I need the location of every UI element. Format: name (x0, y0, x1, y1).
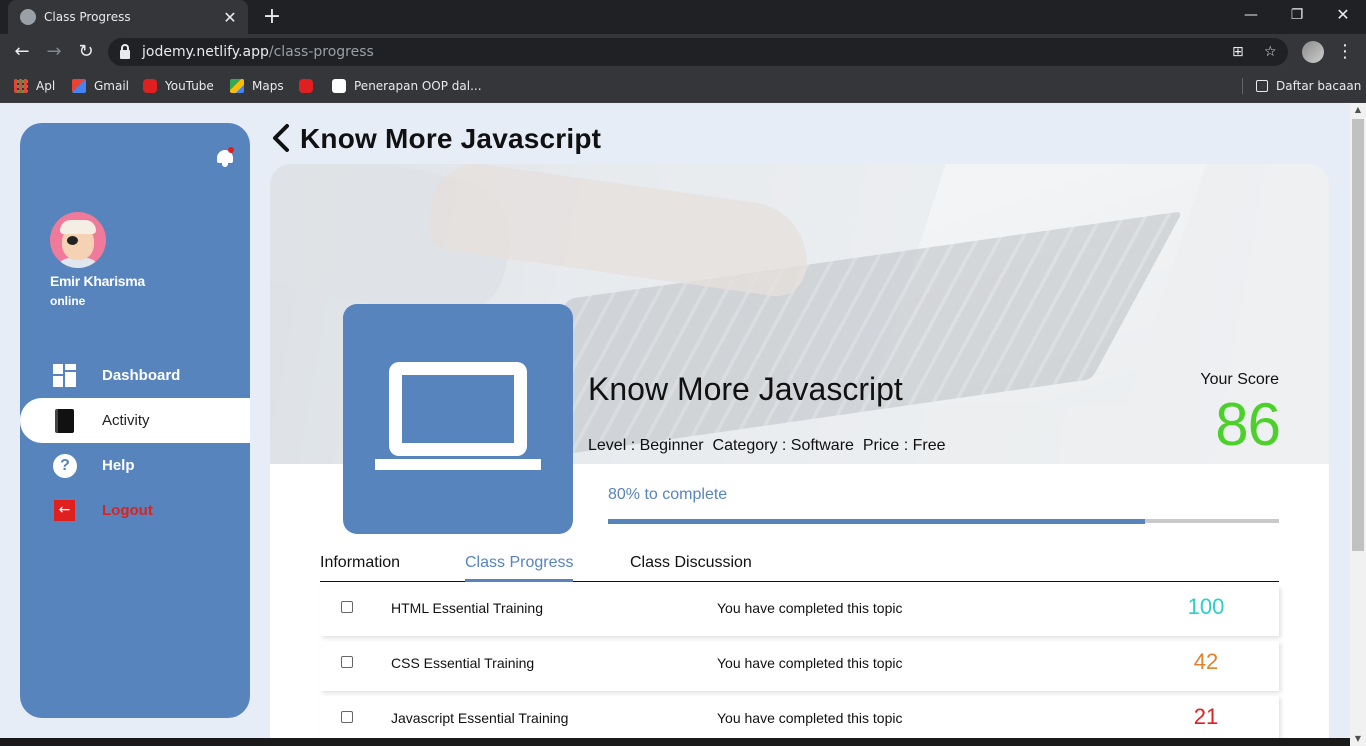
translate-icon[interactable]: ⊞ (1232, 44, 1244, 60)
sidebar-item-label: Logout (102, 502, 153, 519)
table-row: HTML Essential Training You have complet… (320, 586, 1279, 636)
topic-title: CSS Essential Training (391, 655, 535, 671)
topic-score: 21 (1193, 704, 1219, 729)
sidebar: Emir Kharisma online Dashboard Activity … (20, 123, 250, 718)
bookmark-medium[interactable]: Penerapan OOP dal... (332, 77, 482, 95)
logout-icon: ← (54, 500, 75, 521)
bookmark-label: Apl (36, 79, 56, 93)
bookmark-label: Penerapan OOP dal... (354, 79, 482, 93)
lock-icon[interactable] (120, 43, 130, 59)
medium-icon (332, 79, 346, 93)
bookmark-gmail[interactable]: Gmail (72, 77, 129, 95)
reading-list-icon (1256, 80, 1268, 92)
help-icon: ? (53, 454, 77, 478)
bookmark-star-icon[interactable]: ☆ (1264, 44, 1277, 60)
bookmark-label: Maps (252, 79, 284, 93)
close-tab-icon[interactable]: ✕ (222, 8, 238, 27)
course-thumbnail (343, 304, 573, 534)
score-value: 86 (1215, 391, 1281, 458)
bookmark-youtube[interactable]: YouTube (143, 77, 214, 95)
topic-status: You have completed this topic (717, 655, 903, 671)
reload-icon[interactable]: ↻ (72, 38, 100, 66)
bookmarks-bar: Apl Gmail YouTube Maps Penerapan OOP dal… (0, 70, 1366, 103)
browser-toolbar: ← → ↻ jodemy.netlify.app/class-progress … (0, 34, 1366, 70)
gmail-icon (72, 79, 86, 93)
browser-tab[interactable]: Class Progress ✕ (8, 0, 248, 34)
forward-arrow-icon[interactable]: → (40, 38, 68, 66)
bookmark-label: Gmail (94, 79, 130, 93)
apps-grid-icon (14, 79, 28, 93)
topic-title: Javascript Essential Training (391, 710, 569, 726)
user-name: Emir Kharisma (50, 273, 145, 289)
taskbar-edge (0, 738, 1350, 746)
maps-icon (230, 79, 244, 93)
scrollbar-thumb[interactable] (1352, 119, 1364, 551)
progress-fill (608, 519, 1145, 524)
topic-score: 100 (1187, 594, 1225, 619)
course-tabs: Information Class Progress Class Discuss… (320, 554, 1279, 582)
back-arrow-icon[interactable]: ← (8, 38, 36, 66)
topic-score: 42 (1193, 649, 1219, 674)
tab-class-discussion[interactable]: Class Discussion (630, 554, 752, 582)
table-row: CSS Essential Training You have complete… (320, 641, 1279, 691)
dashboard-icon (53, 364, 76, 387)
scroll-up-arrow-icon[interactable]: ▲ (1350, 103, 1366, 117)
back-chevron-icon[interactable] (270, 123, 292, 153)
sidebar-item-activity[interactable]: Activity (20, 398, 250, 443)
tab-title: Class Progress (44, 10, 131, 24)
topic-status: You have completed this topic (717, 710, 903, 726)
tab-class-progress[interactable]: Class Progress (465, 554, 574, 582)
minimize-window-icon[interactable]: — (1228, 0, 1274, 30)
sidebar-item-label: Dashboard (102, 367, 181, 384)
new-tab-button[interactable]: + (258, 3, 286, 31)
topic-checkbox[interactable] (341, 711, 353, 723)
notification-bell-icon[interactable] (216, 147, 234, 167)
reading-list-button[interactable]: Daftar bacaan (1256, 77, 1361, 95)
profile-avatar[interactable] (1302, 41, 1324, 63)
sidebar-item-label: Activity (102, 412, 150, 429)
topic-status: You have completed this topic (717, 600, 903, 616)
score-label: Your Score (1200, 371, 1279, 388)
reading-list-label: Daftar bacaan (1276, 79, 1362, 93)
laptop-icon (389, 362, 527, 456)
bookmark-youtube-2[interactable] (299, 77, 321, 95)
page-title: Know More Javascript (300, 123, 602, 154)
globe-icon (20, 9, 36, 25)
course-card: Know More Javascript Level : Beginner Ca… (270, 164, 1329, 746)
tab-information[interactable]: Information (320, 554, 400, 582)
avatar (50, 212, 106, 268)
scroll-down-arrow-icon[interactable]: ▼ (1350, 732, 1366, 746)
bookmark-label: YouTube (165, 79, 214, 93)
progress-bar (608, 519, 1279, 524)
bookmarks-divider (1242, 78, 1243, 94)
youtube-icon (143, 79, 157, 93)
course-title: Know More Javascript (588, 371, 903, 407)
address-bar[interactable]: jodemy.netlify.app/class-progress ⊞ ☆ (108, 38, 1288, 66)
browser-tab-strip: Class Progress ✕ + — ❐ ✕ (0, 0, 1366, 34)
page-scrollbar[interactable]: ▲ ▼ (1350, 103, 1366, 746)
close-window-icon[interactable]: ✕ (1320, 0, 1366, 30)
progress-label: 80% to complete (608, 486, 728, 503)
url-path: /class-progress (268, 44, 374, 60)
url-host: jodemy.netlify.app (142, 44, 269, 60)
sidebar-item-label: Help (102, 457, 135, 474)
course-meta: Level : Beginner Category : Software Pri… (588, 437, 946, 454)
page-viewport: Emir Kharisma online Dashboard Activity … (0, 103, 1350, 746)
book-icon (55, 409, 74, 433)
topic-checkbox[interactable] (341, 656, 353, 668)
bookmark-maps[interactable]: Maps (230, 77, 284, 95)
user-status: online (50, 294, 86, 308)
browser-menu-icon[interactable]: ⋮ (1336, 38, 1354, 66)
topic-title: HTML Essential Training (391, 600, 543, 616)
restore-window-icon[interactable]: ❐ (1274, 0, 1320, 30)
sidebar-item-help[interactable]: ? Help (20, 443, 250, 488)
youtube-icon (299, 79, 313, 93)
sidebar-item-dashboard[interactable]: Dashboard (20, 353, 250, 398)
topic-checkbox[interactable] (341, 601, 353, 613)
bookmark-apps[interactable]: Apl (14, 77, 55, 95)
sidebar-item-logout[interactable]: ← Logout (20, 488, 250, 533)
